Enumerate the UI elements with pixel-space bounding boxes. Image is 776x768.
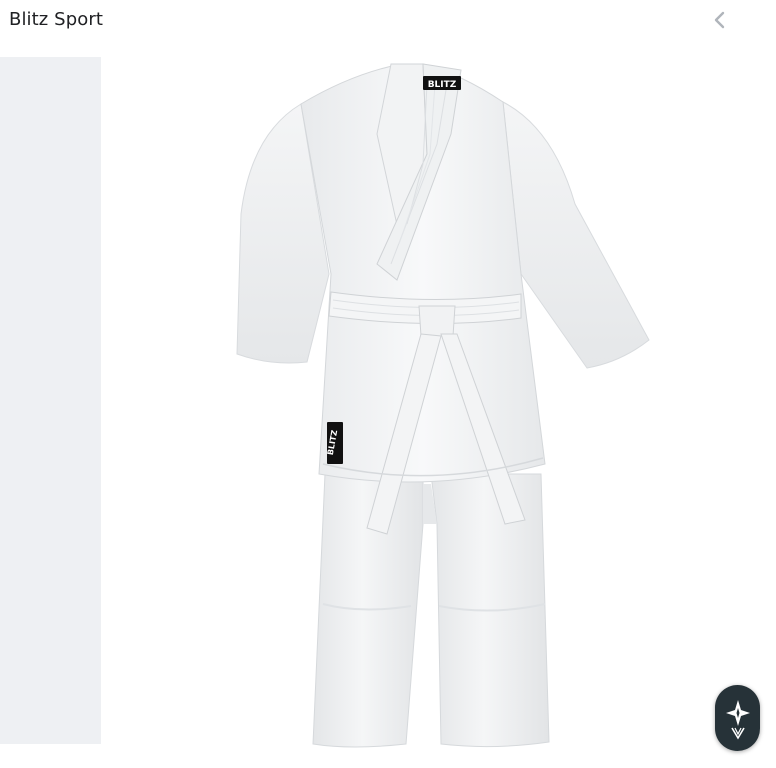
sparkle-assistant-icon: [725, 700, 750, 740]
chevron-left-icon: [714, 11, 725, 29]
page-title: Blitz Sport: [9, 9, 104, 30]
thumbnail-rail: [0, 57, 101, 744]
svg-text:BLITZ: BLITZ: [428, 80, 457, 90]
back-button[interactable]: [706, 6, 734, 34]
assistant-button[interactable]: [715, 685, 760, 751]
karate-gi-image: BLITZ BLITZ: [236, 63, 650, 748]
product-page: Blitz Sport BLITZ BLITZ: [0, 0, 776, 768]
bottom-strip: [0, 744, 101, 768]
product-image[interactable]: BLITZ BLITZ: [101, 44, 776, 768]
